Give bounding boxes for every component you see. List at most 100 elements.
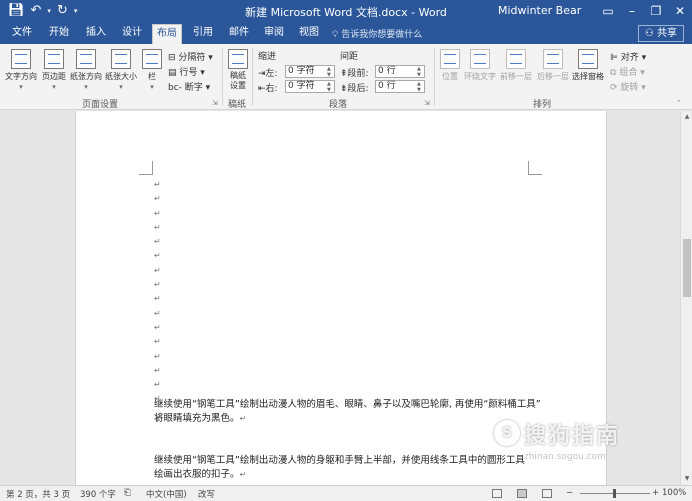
margins-button[interactable]: 页边距 ▾: [39, 49, 69, 91]
columns-button[interactable]: 栏 ▾: [140, 49, 164, 91]
breaks-button[interactable]: ⊟ 分隔符 ▾: [168, 50, 213, 63]
text-direction-button[interactable]: 文字方向 ▾: [4, 49, 38, 91]
title-bar: 💾︎ ↶ ▾ ↻ ▾ 新建 Microsoft Word 文档.docx - W…: [0, 0, 692, 22]
line-numbers-icon: ▤: [168, 68, 177, 78]
scrollbar-thumb[interactable]: [683, 239, 691, 297]
hyphenation-label: 断字: [184, 83, 203, 93]
vertical-scrollbar[interactable]: ▲ ▼: [680, 111, 692, 485]
rotate-button[interactable]: ⟳ 旋转 ▾: [610, 80, 646, 93]
overtype-indicator[interactable]: 改写: [198, 488, 215, 500]
page-setup-launcher-icon[interactable]: ⇲: [212, 99, 218, 107]
word-window: 💾︎ ↶ ▾ ↻ ▾ 新建 Microsoft Word 文档.docx - W…: [0, 0, 692, 501]
scroll-down-icon[interactable]: ▼: [681, 473, 692, 485]
paragraph-mark: ↵: [239, 470, 247, 479]
tell-me-box[interactable]: 💡︎ 告诉我你想要做什么: [332, 27, 422, 40]
zoom-out-icon[interactable]: −: [566, 488, 573, 498]
paragraph-2-line-1: 继续使用“钢笔工具”绘制出动漫人物的身躯和手臂上半部，并使用线条工具中的圆形工具: [154, 454, 525, 468]
minimize-icon[interactable]: –: [620, 0, 644, 22]
paragraph-1-line-1: 继续使用“钢笔工具”绘制出动漫人物的眉毛、眼睛、鼻子以及嘴巴轮廓, 再使用“颜料…: [154, 398, 541, 412]
tab-insert[interactable]: 插入: [82, 22, 110, 44]
dropdown-arrow-icon: ▾: [52, 83, 56, 91]
selection-pane-label: 选择窗格: [572, 72, 604, 81]
position-label: 位置: [442, 72, 458, 81]
align-label: 对齐: [620, 53, 639, 63]
selection-pane-button[interactable]: 选择窗格: [571, 49, 605, 82]
rotate-label: 旋转: [620, 83, 639, 93]
print-layout-icon[interactable]: [517, 489, 527, 498]
spacing-before-input[interactable]: 0 行: [375, 65, 425, 78]
word-count[interactable]: 390 个字: [80, 488, 116, 500]
paragraph-launcher-icon[interactable]: ⇲: [424, 99, 430, 107]
ribbon-tabs: 文件 开始 插入 设计 布局 引用 邮件 审阅 视图 💡︎ 告诉我你想要做什么 …: [0, 22, 692, 44]
orientation-button[interactable]: 纸张方向 ▾: [69, 49, 103, 91]
user-name[interactable]: Midwinter Bear: [498, 4, 581, 17]
group-button[interactable]: ⧉ 组合 ▾: [610, 65, 645, 78]
tab-home[interactable]: 开始: [45, 22, 73, 44]
spacing-before-text: 段前:: [347, 69, 369, 79]
dropdown-arrow-icon: ▾: [150, 83, 154, 91]
watermark-url: zhinan.sogou.com: [524, 452, 606, 462]
share-button[interactable]: ⚇ 共享: [637, 25, 684, 42]
spacing-after-input[interactable]: 0 行: [375, 80, 425, 93]
indent-left-label: ⇥左:: [258, 66, 278, 79]
read-mode-icon[interactable]: [492, 489, 502, 498]
size-button[interactable]: 纸张大小 ▾: [104, 49, 138, 91]
web-layout-icon[interactable]: [542, 489, 552, 498]
paragraph-mark: ↵: [154, 280, 161, 290]
zoom-slider[interactable]: [580, 489, 650, 498]
group-separator: [252, 48, 253, 106]
paragraph-mark: ↵: [154, 194, 161, 204]
collapse-ribbon-icon[interactable]: ⌃: [676, 99, 682, 107]
close-icon[interactable]: ✕: [668, 0, 692, 22]
page-count[interactable]: 第 2 页，共 3 页: [6, 488, 70, 500]
ribbon-display-options-icon[interactable]: ▭: [596, 0, 620, 22]
margins-icon: [44, 49, 64, 69]
scroll-up-icon[interactable]: ▲: [681, 111, 692, 123]
paragraph-1-line-1-text: 继续使用“钢笔工具”绘制出动漫人物的眉毛、眼睛、鼻子以及嘴巴轮廓, 再使用“颜料…: [154, 399, 541, 410]
hyphenation-button[interactable]: bc- 断字 ▾: [168, 80, 210, 93]
tab-references[interactable]: 引用: [189, 22, 217, 44]
arrange-group-label: 排列: [532, 100, 551, 110]
group-separator: [434, 48, 435, 106]
line-numbers-label: 行号: [179, 68, 198, 78]
group-label: 组合: [619, 68, 638, 78]
position-button[interactable]: 位置: [438, 49, 462, 82]
rotate-icon: ⟳: [610, 83, 618, 93]
paragraph-mark: ↵: [154, 180, 161, 189]
proofing-icon[interactable]: ⎗: [124, 488, 131, 498]
breaks-label: 分隔符: [178, 53, 206, 63]
line-numbers-button[interactable]: ▤ 行号 ▾: [168, 65, 205, 78]
tab-design[interactable]: 设计: [118, 22, 146, 44]
window-controls: ▭ – ❐ ✕: [596, 0, 692, 22]
draft-settings-button[interactable]: 稿纸设置: [226, 49, 250, 91]
tab-view[interactable]: 视图: [295, 22, 323, 44]
indent-left-input[interactable]: 0 字符: [285, 65, 335, 78]
bring-forward-button[interactable]: 前移一层: [498, 49, 534, 82]
dropdown-arrow-icon: ▾: [119, 83, 123, 91]
lightbulb-icon: 💡︎: [332, 30, 339, 40]
paragraph-mark: ↵: [154, 308, 161, 318]
zoom-level[interactable]: 100%: [662, 488, 686, 498]
language-indicator[interactable]: 中文(中国): [146, 488, 187, 500]
zoom-in-icon[interactable]: +: [652, 488, 659, 498]
tab-file[interactable]: 文件: [8, 22, 36, 44]
send-backward-label: 后移一层: [537, 72, 569, 81]
restore-icon[interactable]: ❐: [644, 0, 668, 22]
paragraph-mark: ↵: [154, 365, 161, 375]
text-direction-label: 文字方向: [5, 72, 37, 81]
indent-right-input[interactable]: 0 字符: [285, 80, 335, 93]
wrap-text-button[interactable]: 环绕文字: [463, 49, 497, 82]
paragraph-mark: ↵: [154, 337, 161, 347]
align-button[interactable]: ⊫ 对齐 ▾: [610, 50, 646, 63]
ribbon-layout: 文字方向 ▾ 页边距 ▾ 纸张方向 ▾ 纸张大小 ▾ 栏 ▾ ⊟ 分隔符 ▾ ▤ 行号 ▾…: [0, 44, 692, 110]
send-backward-button[interactable]: 后移一层: [535, 49, 571, 82]
indent-label: 缩进: [258, 52, 277, 62]
tab-mailings[interactable]: 邮件: [225, 22, 253, 44]
watermark-title: 搜狗指南: [524, 424, 621, 449]
orientation-label: 纸张方向: [70, 72, 102, 81]
spacing-before-label: ⇞段前:: [340, 66, 369, 79]
dropdown-arrow-icon: ▾: [19, 83, 23, 91]
tab-layout[interactable]: 布局: [152, 24, 182, 44]
align-icon: ⊫: [610, 53, 618, 63]
tab-review[interactable]: 审阅: [260, 22, 288, 44]
